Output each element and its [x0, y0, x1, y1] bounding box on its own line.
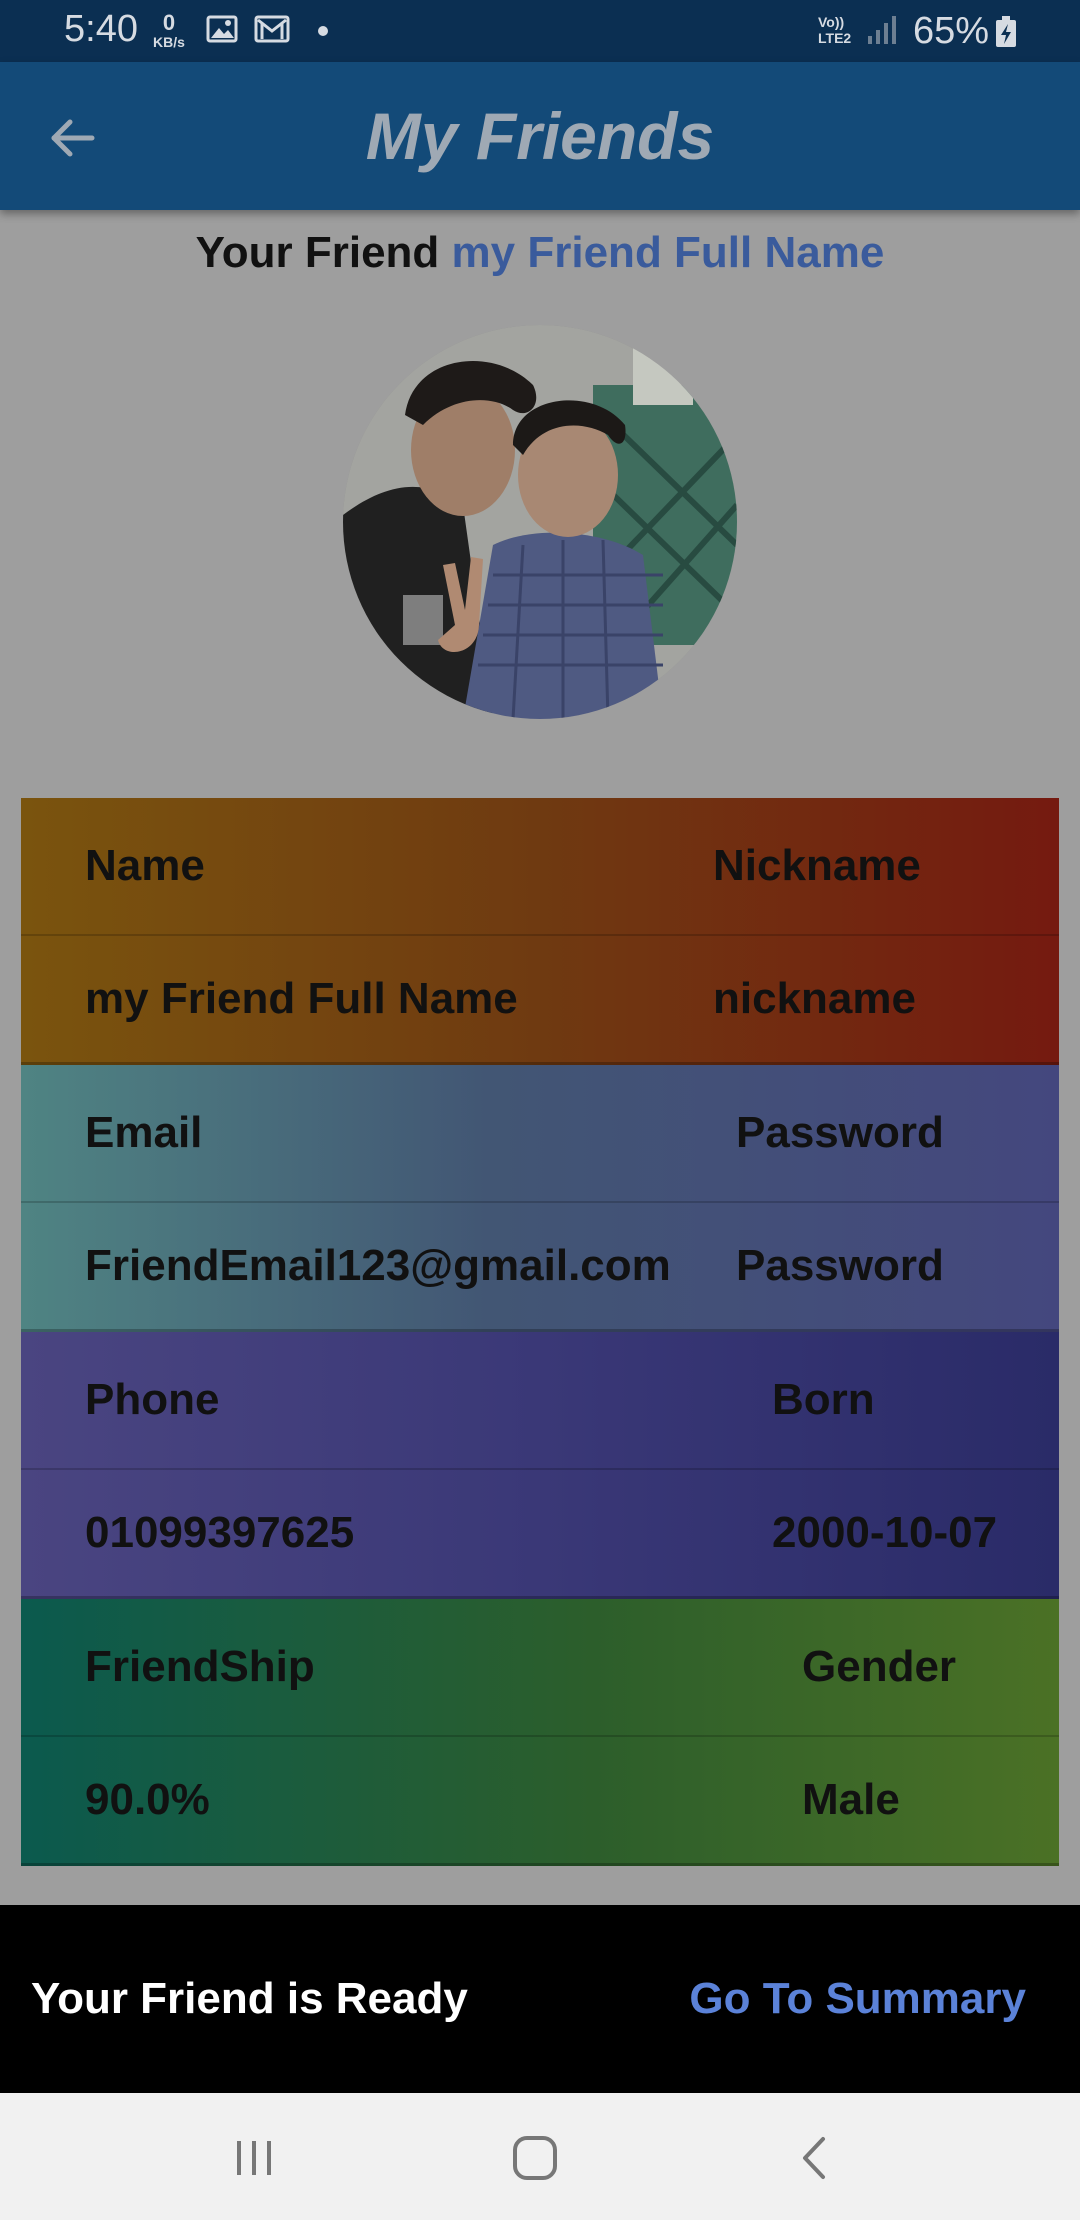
header-phone: Phone [85, 1375, 220, 1424]
app-bar: My Friends [0, 62, 1080, 210]
status-time: 5:40 [64, 8, 138, 50]
value-friendship: 90.0% [85, 1775, 210, 1824]
value-name: my Friend Full Name [85, 974, 518, 1023]
friend-heading: Your Friend my Friend Full Name [0, 228, 1080, 278]
value-password: Password [736, 1241, 944, 1290]
value-gender: Male [802, 1775, 900, 1824]
friend-photo [343, 325, 737, 719]
page-title: My Friends [365, 99, 715, 173]
info-group-phone: Phone Born 01099397625 2000-10-07 [21, 1332, 1059, 1599]
snackbar: Your Friend is Ready Go To Summary [0, 1905, 1080, 2093]
info-group-email: Email Password FriendEmail123@gmail.com … [21, 1065, 1059, 1332]
info-group-name: Name Nickname my Friend Full Name nickna… [21, 798, 1059, 1065]
screen: 5:40 0 KB/s Vo)) LTE2 65% My Friends You… [0, 0, 1080, 2220]
image-icon [206, 15, 238, 43]
network-speed-value: 0 [162, 10, 176, 35]
table-header-row: FriendShip Gender [21, 1599, 1059, 1737]
network-speed: 0 KB/s [153, 10, 185, 51]
snackbar-message: Your Friend is Ready [31, 1974, 468, 2023]
value-nickname: nickname [713, 974, 916, 1023]
gmail-icon [254, 15, 290, 43]
system-nav-bar [0, 2093, 1080, 2220]
table-row: 90.0% Male [21, 1737, 1059, 1866]
table-row: FriendEmail123@gmail.com Password [21, 1203, 1059, 1332]
table-row: 01099397625 2000-10-07 [21, 1470, 1059, 1599]
battery-percent: 65% [913, 10, 990, 52]
go-to-summary-button[interactable]: Go To Summary [689, 1905, 1026, 2093]
header-nickname: Nickname [713, 841, 921, 890]
table-row: my Friend Full Name nickname [21, 936, 1059, 1065]
info-group-friendship: FriendShip Gender 90.0% Male [21, 1599, 1059, 1866]
table-header-row: Name Nickname [21, 798, 1059, 936]
friend-info-table: Name Nickname my Friend Full Name nickna… [21, 798, 1059, 1866]
friend-heading-name: my Friend Full Name [451, 228, 885, 277]
friend-heading-label: Your Friend [195, 228, 440, 277]
back-icon[interactable] [781, 2123, 851, 2193]
lte-bottom: LTE2 [818, 30, 852, 46]
table-header-row: Phone Born [21, 1332, 1059, 1470]
recent-apps-icon[interactable] [219, 2123, 289, 2193]
header-email: Email [85, 1108, 203, 1157]
header-name: Name [85, 841, 205, 890]
value-phone: 01099397625 [85, 1508, 355, 1557]
home-icon[interactable] [500, 2123, 570, 2193]
table-header-row: Email Password [21, 1065, 1059, 1203]
friend-avatar [343, 325, 737, 719]
lte-top: Vo)) [818, 14, 845, 30]
header-friendship: FriendShip [85, 1642, 315, 1691]
header-gender: Gender [802, 1642, 957, 1691]
value-born: 2000-10-07 [772, 1508, 998, 1557]
battery-charging-icon [996, 16, 1016, 47]
header-password: Password [736, 1108, 944, 1157]
header-born: Born [772, 1375, 875, 1424]
signal-icon [868, 16, 896, 44]
value-email: FriendEmail123@gmail.com [85, 1241, 671, 1290]
network-speed-unit: KB/s [153, 34, 185, 50]
notification-dot-icon [318, 26, 328, 36]
volte-icon: Vo)) LTE2 [818, 14, 851, 46]
status-bar: 5:40 0 KB/s Vo)) LTE2 65% [0, 0, 1080, 62]
